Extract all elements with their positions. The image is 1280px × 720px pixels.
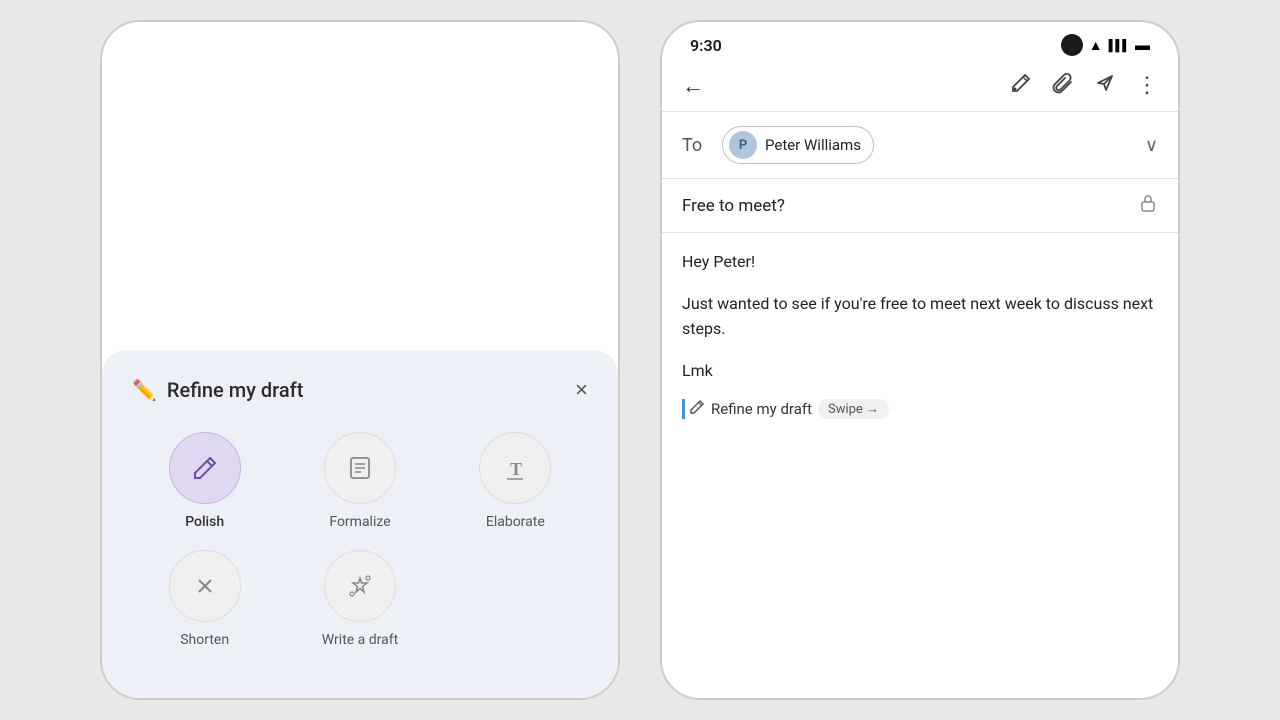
refine-suggestion-icon <box>689 399 705 419</box>
refine-suggestion-text: Refine my draft <box>711 400 812 418</box>
recipient-chip[interactable]: P Peter Williams <box>722 126 874 164</box>
expand-recipients-icon[interactable]: ∨ <box>1145 135 1158 156</box>
to-label: To <box>682 135 706 156</box>
write-draft-icon-circle <box>324 550 396 622</box>
option-write-draft[interactable]: Write a draft <box>287 550 432 648</box>
elaborate-label: Elaborate <box>486 514 545 530</box>
polish-label: Polish <box>185 514 224 530</box>
status-icons: ▲ ▌▌▌ ▬ <box>1061 34 1150 56</box>
option-elaborate[interactable]: T Elaborate <box>443 432 588 530</box>
right-phone: 9:30 ▲ ▌▌▌ ▬ ← <box>660 20 1180 700</box>
to-field: To P Peter Williams ∨ <box>662 112 1178 179</box>
option-shorten[interactable]: Shorten <box>132 550 277 648</box>
refine-title-row: ✏️ Refine my draft <box>132 378 303 402</box>
refine-header: ✏️ Refine my draft × <box>132 378 588 402</box>
signature-text: Lmk <box>682 358 1158 384</box>
email-toolbar: ← ⋮ <box>662 64 1178 112</box>
recipient-name: Peter Williams <box>765 136 861 154</box>
status-bar: 9:30 ▲ ▌▌▌ ▬ <box>662 22 1178 64</box>
camera-dot <box>1061 34 1083 56</box>
lock-icon <box>1138 193 1158 218</box>
battery-icon: ▬ <box>1135 36 1150 54</box>
options-grid: Polish Formalize T <box>132 432 588 648</box>
formalize-icon-circle <box>324 432 396 504</box>
elaborate-icon-circle: T <box>479 432 551 504</box>
refine-pencil-icon: ✏️ <box>132 378 157 402</box>
subject-field: Free to meet? <box>662 179 1178 233</box>
close-button[interactable]: × <box>575 379 588 401</box>
toolbar-left: ← <box>682 73 704 99</box>
refine-panel: ✏️ Refine my draft × Polish <box>102 350 618 698</box>
subject-text: Free to meet? <box>682 196 785 216</box>
swipe-pill: Swipe → <box>818 399 889 419</box>
formalize-label: Formalize <box>329 514 390 530</box>
polish-icon-circle <box>169 432 241 504</box>
more-icon[interactable]: ⋮ <box>1136 75 1158 97</box>
left-phone-content: ✏️ Refine my draft × Polish <box>102 22 618 698</box>
write-draft-label: Write a draft <box>322 632 398 648</box>
wifi-icon: ▲ <box>1089 37 1103 54</box>
option-formalize[interactable]: Formalize <box>287 432 432 530</box>
shorten-label: Shorten <box>180 632 229 648</box>
status-time: 9:30 <box>690 36 722 55</box>
email-body-text: Hey Peter! Just wanted to see if you're … <box>682 249 1158 383</box>
signal-icon: ▌▌▌ <box>1109 39 1129 52</box>
attach-icon[interactable] <box>1052 72 1074 99</box>
send-icon[interactable] <box>1094 72 1116 99</box>
left-phone: ✏️ Refine my draft × Polish <box>100 20 620 700</box>
edit-icon[interactable] <box>1010 72 1032 99</box>
refine-title: Refine my draft <box>167 378 303 402</box>
toolbar-right: ⋮ <box>1010 72 1158 99</box>
body-paragraph: Just wanted to see if you're free to mee… <box>682 291 1158 342</box>
shorten-icon-circle <box>169 550 241 622</box>
option-polish[interactable]: Polish <box>132 432 277 530</box>
recipient-avatar: P <box>729 131 757 159</box>
svg-text:T: T <box>510 459 522 479</box>
email-body: Hey Peter! Just wanted to see if you're … <box>662 233 1178 698</box>
greeting-text: Hey Peter! <box>682 249 1158 275</box>
back-button[interactable]: ← <box>682 73 704 99</box>
refine-suggestion-bar[interactable]: Refine my draft Swipe → <box>682 399 1158 419</box>
